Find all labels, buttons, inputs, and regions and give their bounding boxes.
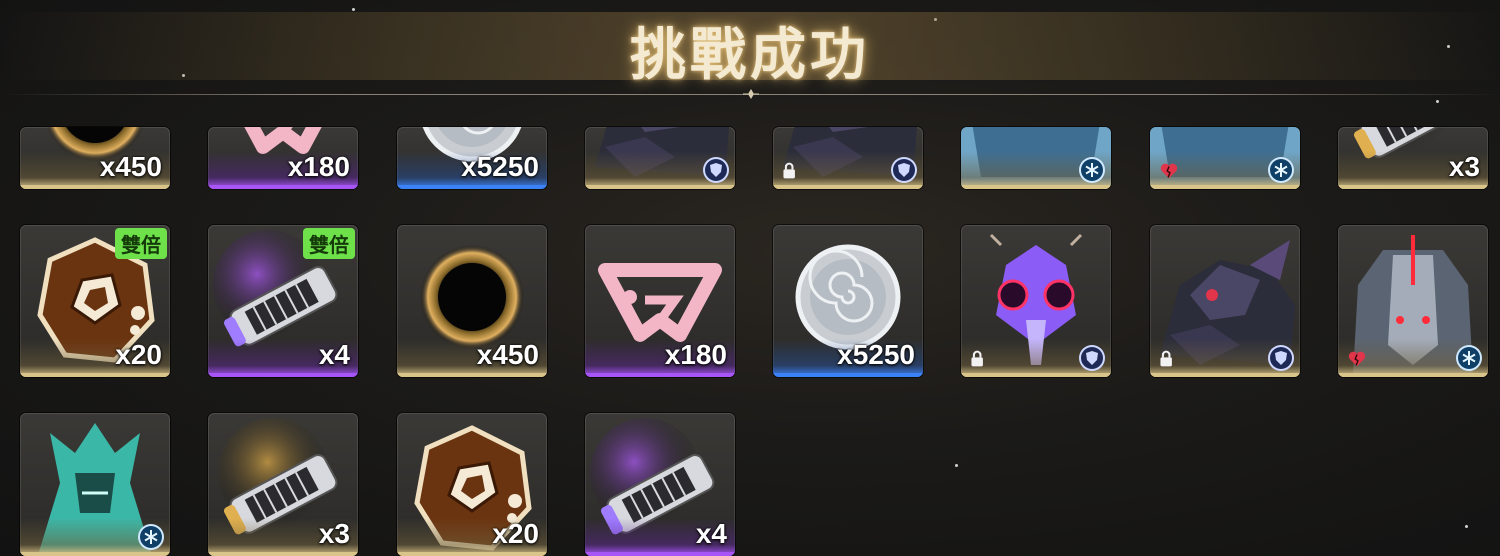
reward-item-card[interactable]: x450 bbox=[397, 225, 547, 377]
reward-item-card[interactable] bbox=[961, 225, 1111, 377]
quality-line bbox=[397, 373, 547, 377]
reward-item-card[interactable]: x450 bbox=[20, 127, 170, 189]
broken-heart-icon bbox=[1348, 351, 1366, 367]
reward-item-card[interactable]: x5250 bbox=[397, 127, 547, 189]
item-quantity: x5250 bbox=[837, 339, 915, 370]
quality-line bbox=[20, 552, 170, 556]
reward-item-card[interactable]: x180 bbox=[585, 225, 735, 377]
item-quantity: x3 bbox=[318, 518, 350, 549]
quality-line bbox=[1150, 373, 1300, 377]
quality-line bbox=[961, 373, 1111, 377]
reward-item-card[interactable] bbox=[1338, 225, 1488, 377]
quality-line bbox=[208, 373, 358, 377]
quality-line bbox=[961, 185, 1111, 189]
reward-item-card[interactable] bbox=[585, 127, 735, 189]
item-quantity: x450 bbox=[99, 151, 162, 182]
quality-line bbox=[20, 373, 170, 377]
quality-line bbox=[208, 185, 358, 189]
reward-item-card[interactable]: x180 bbox=[208, 127, 358, 189]
item-quantity: x3 bbox=[1448, 151, 1480, 182]
quality-line bbox=[20, 185, 170, 189]
quality-line bbox=[585, 552, 735, 556]
reward-item-card[interactable]: x3 bbox=[208, 413, 358, 556]
reward-item-card[interactable] bbox=[1150, 225, 1300, 377]
reward-item-card[interactable]: x4 雙倍 bbox=[208, 225, 358, 377]
reward-item-card[interactable] bbox=[773, 127, 923, 189]
quality-line bbox=[1150, 185, 1300, 189]
quality-line bbox=[585, 185, 735, 189]
double-reward-badge: 雙倍 bbox=[115, 228, 167, 259]
reward-item-card[interactable]: x4 bbox=[585, 413, 735, 556]
quality-line bbox=[585, 373, 735, 377]
double-reward-badge: 雙倍 bbox=[303, 228, 355, 259]
shield-icon bbox=[1081, 347, 1103, 369]
quality-line bbox=[1338, 373, 1488, 377]
reward-item-card[interactable]: x3 bbox=[1338, 127, 1488, 189]
quality-line bbox=[208, 552, 358, 556]
lock-icon bbox=[1160, 350, 1172, 367]
item-quantity: x20 bbox=[492, 518, 539, 549]
reward-item-card[interactable] bbox=[1150, 127, 1300, 189]
reward-grid: x450 x180 x5250 x3 x20 雙倍 x4 雙倍 x450 x180 x5250 x3 x… bbox=[0, 0, 1500, 556]
item-quantity: x450 bbox=[476, 339, 539, 370]
quality-line bbox=[397, 552, 547, 556]
item-quantity: x20 bbox=[115, 339, 162, 370]
lock-icon bbox=[783, 162, 795, 179]
quality-line bbox=[1338, 185, 1488, 189]
reward-item-card[interactable] bbox=[961, 127, 1111, 189]
reward-item-card[interactable]: x5250 bbox=[773, 225, 923, 377]
reward-item-card[interactable]: x20 bbox=[397, 413, 547, 556]
snowflake-icon bbox=[1458, 347, 1480, 369]
shield-icon bbox=[705, 159, 727, 181]
snowflake-icon bbox=[1081, 159, 1103, 181]
item-quantity: x180 bbox=[664, 339, 727, 370]
item-quantity: x5250 bbox=[461, 151, 539, 182]
quality-line bbox=[773, 185, 923, 189]
item-quantity: x180 bbox=[287, 151, 350, 182]
shield-icon bbox=[893, 159, 915, 181]
shield-icon bbox=[1270, 347, 1292, 369]
quality-line bbox=[397, 185, 547, 189]
item-quantity: x4 bbox=[695, 518, 727, 549]
snowflake-icon bbox=[140, 526, 162, 548]
item-quantity: x4 bbox=[318, 339, 350, 370]
quality-line bbox=[773, 373, 923, 377]
broken-heart-icon bbox=[1160, 163, 1178, 179]
lock-icon bbox=[971, 350, 983, 367]
reward-item-card[interactable]: x20 雙倍 bbox=[20, 225, 170, 377]
snowflake-icon bbox=[1270, 159, 1292, 181]
reward-item-card[interactable] bbox=[20, 413, 170, 556]
